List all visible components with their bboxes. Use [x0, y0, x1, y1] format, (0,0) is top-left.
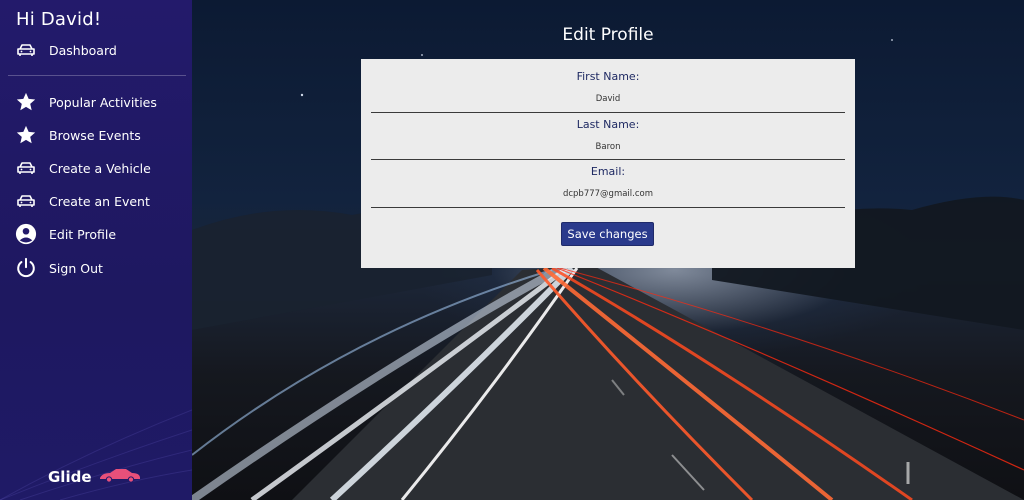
sidebar-item-label: Create a Vehicle	[49, 160, 151, 176]
star-icon	[14, 123, 38, 147]
sidebar-item-sign-out[interactable]: Sign Out	[14, 256, 103, 280]
field-underline	[371, 159, 845, 160]
car-icon	[14, 38, 38, 62]
car-logo-icon	[98, 467, 142, 487]
greeting: Hi David!	[16, 9, 102, 30]
field-underline	[371, 207, 845, 208]
sidebar-item-label: Create an Event	[49, 193, 150, 209]
sidebar-item-label: Popular Activities	[49, 94, 157, 110]
email-label: Email:	[590, 165, 626, 178]
sidebar: Hi David! Dashboard Popular Activities B…	[0, 0, 192, 500]
sidebar-item-create-event[interactable]: Create an Event	[14, 189, 150, 213]
sidebar-item-edit-profile[interactable]: Edit Profile	[14, 222, 116, 246]
star-icon	[14, 90, 38, 114]
sidebar-divider	[8, 75, 186, 76]
edit-profile-form: First Name: Last Name: Email: Save chang…	[361, 59, 855, 268]
first-name-field[interactable]	[371, 94, 845, 104]
first-name-label: First Name:	[576, 70, 640, 83]
field-underline	[371, 112, 845, 113]
car-icon	[14, 156, 38, 180]
save-changes-button[interactable]: Save changes	[561, 222, 654, 246]
brand-name: Glide	[48, 468, 92, 486]
sidebar-item-create-vehicle[interactable]: Create a Vehicle	[14, 156, 151, 180]
sidebar-item-label: Dashboard	[49, 42, 117, 58]
sidebar-item-label: Browse Events	[49, 127, 141, 143]
sidebar-item-popular-activities[interactable]: Popular Activities	[14, 90, 157, 114]
sidebar-item-browse-events[interactable]: Browse Events	[14, 123, 141, 147]
sidebar-item-label: Edit Profile	[49, 226, 117, 242]
last-name-field[interactable]	[371, 142, 845, 152]
last-name-label: Last Name:	[576, 118, 640, 131]
sidebar-item-dashboard[interactable]: Dashboard	[14, 38, 117, 62]
brand-logo[interactable]: Glide	[48, 467, 142, 487]
page-title: Edit Profile	[562, 25, 654, 45]
power-icon	[14, 256, 38, 280]
user-circle-icon	[14, 222, 38, 246]
car-icon	[14, 189, 38, 213]
main-content: Edit Profile First Name: Last Name: Emai…	[192, 0, 1024, 500]
email-field[interactable]	[371, 189, 845, 199]
sidebar-item-label: Sign Out	[49, 260, 103, 276]
